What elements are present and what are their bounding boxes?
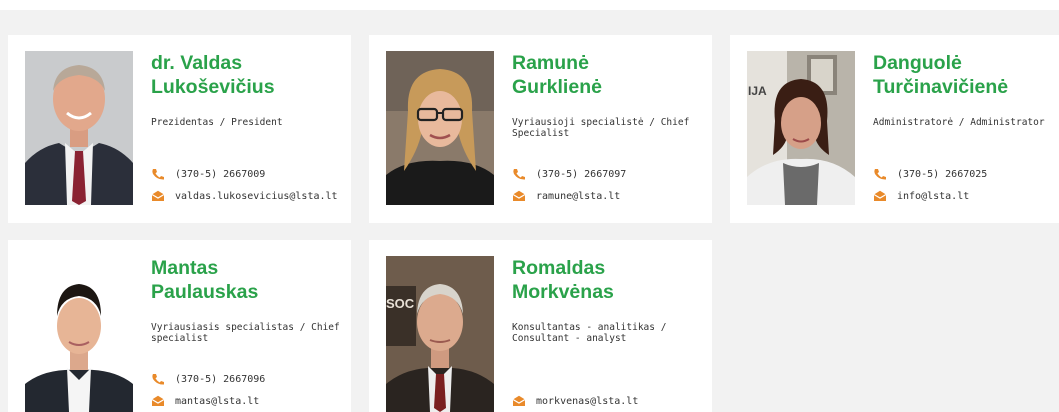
- staff-photo: SOC: [386, 256, 494, 412]
- email-link[interactable]: ramune@lsta.lt: [512, 190, 620, 202]
- phone-number: (370-5) 2667025: [897, 168, 988, 180]
- staff-role: Prezidentas / President: [151, 117, 283, 128]
- staff-photo: IJA: [747, 51, 855, 205]
- email-address: valdas.lukosevicius@lsta.lt: [175, 190, 338, 202]
- staff-name: Danguolė Turčinavičienė: [873, 52, 1009, 98]
- staff-photo: [386, 51, 494, 205]
- email-link[interactable]: info@lsta.lt: [873, 190, 969, 202]
- staff-photo: [25, 51, 133, 205]
- email-address: morkvenas@lsta.lt: [536, 395, 639, 407]
- staff-card-mantas: Mantas Paulauskas Vyriausiasis specialis…: [8, 240, 351, 412]
- phone-icon: [874, 169, 886, 180]
- envelope-icon: [512, 395, 526, 406]
- email-link[interactable]: valdas.lukosevicius@lsta.lt: [151, 190, 338, 202]
- envelope-icon: [151, 190, 165, 201]
- phone-link[interactable]: (370-5) 2667009: [151, 168, 265, 180]
- phone-link[interactable]: (370-5) 2667025: [873, 168, 987, 180]
- staff-role: Administratorė / Administrator: [873, 117, 1045, 128]
- email-link[interactable]: mantas@lsta.lt: [151, 395, 259, 407]
- staff-role: Konsultantas - analitikas / Consultant -…: [512, 322, 667, 344]
- staff-card-ramune: Ramunė Gurklienė Vyriausioji specialistė…: [369, 35, 712, 223]
- email-address: ramune@lsta.lt: [536, 190, 621, 202]
- phone-icon: [152, 374, 164, 385]
- staff-role: Vyriausiasis specialistas / Chief specia…: [151, 322, 340, 344]
- staff-name: Mantas Paulauskas: [151, 257, 259, 303]
- phone-number: (370-5) 2667097: [536, 168, 627, 180]
- staff-role: Vyriausioji specialistė / Chief Speciali…: [512, 117, 690, 139]
- staff-card-danguole: IJA Danguolė Turčinavičienė Administrato…: [730, 35, 1059, 223]
- phone-icon: [152, 169, 164, 180]
- staff-name: dr. Valdas Lukoševičius: [151, 52, 275, 98]
- photo-background-text: SOC: [386, 296, 415, 311]
- staff-card-valdas: dr. Valdas Lukoševičius Prezidentas / Pr…: [8, 35, 351, 223]
- phone-icon: [513, 169, 525, 180]
- email-link[interactable]: morkvenas@lsta.lt: [512, 395, 638, 407]
- envelope-icon: [151, 395, 165, 406]
- email-address: mantas@lsta.lt: [175, 395, 260, 407]
- top-strip: [0, 0, 1059, 10]
- photo-background-text: IJA: [748, 84, 767, 98]
- phone-link[interactable]: (370-5) 2667097: [512, 168, 626, 180]
- email-address: info@lsta.lt: [897, 190, 970, 202]
- staff-name: Romaldas Morkvėnas: [512, 257, 614, 303]
- envelope-icon: [873, 190, 887, 201]
- staff-card-romaldas: SOC Romaldas Morkvėnas Konsultantas - an…: [369, 240, 712, 412]
- phone-number: (370-5) 2667009: [175, 168, 266, 180]
- staff-photo: [25, 256, 133, 412]
- phone-link[interactable]: (370-5) 2667096: [151, 373, 265, 385]
- staff-name: Ramunė Gurklienė: [512, 52, 602, 98]
- phone-number: (370-5) 2667096: [175, 373, 266, 385]
- envelope-icon: [512, 190, 526, 201]
